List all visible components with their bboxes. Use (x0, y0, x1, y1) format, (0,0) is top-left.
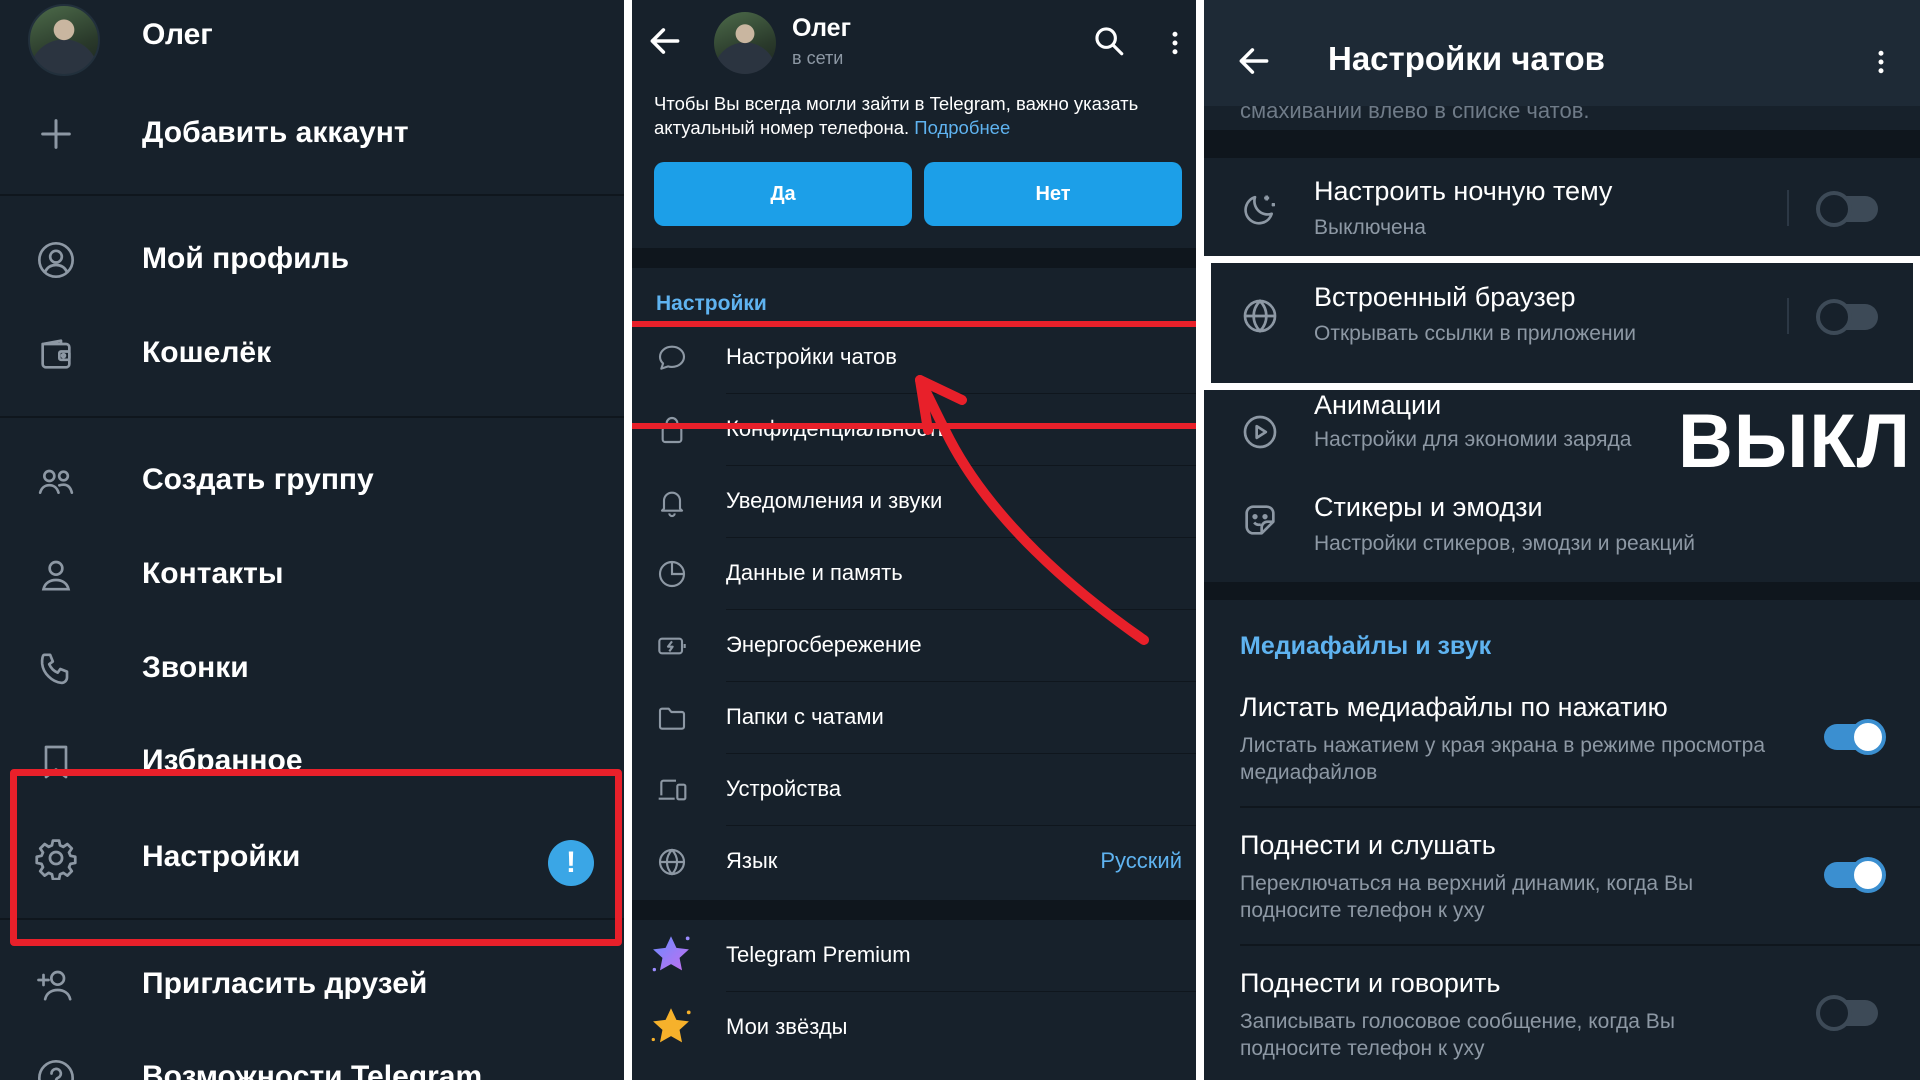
setting-subtitle: Настройки стикеров, эмодзи и реакций (1314, 532, 1696, 555)
back-arrow-icon[interactable] (1234, 42, 1274, 80)
add-account-button[interactable]: Добавить аккаунт (0, 94, 624, 174)
phone-icon (36, 649, 76, 689)
setting-subtitle: Настройки для экономии заряда (1314, 428, 1632, 451)
setting-title: Поднести и слушать (1240, 830, 1496, 860)
setting-title: Поднести и говорить (1240, 968, 1501, 998)
drawer-item-label: Мой профиль (142, 242, 350, 275)
red-arrow-annotation (915, 375, 1149, 645)
setting-title: Стикеры и эмодзи (1314, 492, 1543, 522)
drawer-user-name[interactable]: Олег (142, 18, 213, 52)
help-icon (36, 1058, 76, 1080)
raise-to-listen-toggle[interactable] (1824, 857, 1886, 893)
contact-icon (36, 555, 76, 595)
avatar[interactable] (28, 4, 100, 76)
plus-icon (36, 114, 76, 154)
drawer-item-label: Кошелёк (142, 336, 272, 369)
raise-to-speak-row[interactable]: Поднести и говорить Записывать голосовое… (1204, 960, 1920, 1080)
add-account-label: Добавить аккаунт (142, 116, 409, 149)
divider (0, 194, 624, 196)
drawer-item-label: Контакты (142, 557, 284, 590)
night-theme-row[interactable]: Настроить ночную тему Выключена (1204, 158, 1920, 258)
raise-to-speak-toggle[interactable] (1816, 995, 1878, 1031)
setting-subtitle: Записывать голосовое сообщение, когда Вы… (1240, 1010, 1675, 1060)
tap-media-row[interactable]: Листать медиафайлы по нажатию Листать на… (1204, 684, 1920, 808)
divider (0, 416, 624, 418)
drawer-item-label: Возможности Telegram (142, 1060, 483, 1080)
moon-icon (1240, 188, 1280, 228)
more-vert-icon[interactable] (1866, 42, 1896, 82)
page-title: Настройки чатов (1328, 40, 1605, 77)
white-highlight-frame (1204, 256, 1920, 390)
add-user-icon (36, 965, 76, 1005)
play-icon (1240, 412, 1280, 452)
tap-media-toggle[interactable] (1824, 719, 1886, 755)
drawer-item-profile[interactable]: Мой профиль (0, 220, 624, 300)
drawer-item-features[interactable]: Возможности Telegram (0, 1038, 624, 1080)
setting-title: Настроить ночную тему (1314, 176, 1613, 206)
wallet-icon (36, 334, 76, 374)
drawer-item-label: Создать группу (142, 463, 374, 496)
drawer-item-invite[interactable]: Пригласить друзей (0, 945, 624, 1025)
stickers-row[interactable]: Стикеры и эмодзи Настройки стикеров, эмо… (1204, 490, 1920, 590)
red-highlight-frame (10, 769, 622, 946)
media-section-title: Медиафайлы и звук (1240, 632, 1492, 660)
section-gap (1204, 582, 1920, 600)
section-gap (1204, 130, 1920, 158)
night-theme-toggle[interactable] (1816, 191, 1878, 227)
sticker-icon (1240, 500, 1280, 540)
profile-icon (36, 240, 76, 280)
navigation-drawer: Олег Добавить аккаунт Мой профиль Кошелё… (0, 0, 624, 1080)
drawer-item-new-group[interactable]: Создать группу (0, 441, 624, 521)
settings-screen: Олег в сети Чтобы Вы всегда могли зайти … (632, 0, 1196, 1080)
setting-subtitle: Листать нажатием у края экрана в режиме … (1240, 734, 1766, 784)
drawer-item-wallet[interactable]: Кошелёк (0, 314, 624, 394)
drawer-item-label: Пригласить друзей (142, 967, 428, 1000)
drawer-item-label: Звонки (142, 651, 249, 684)
raise-to-listen-row[interactable]: Поднести и слушать Переключаться на верх… (1204, 822, 1920, 946)
group-icon (36, 461, 76, 501)
drawer-item-contacts[interactable]: Контакты (0, 535, 624, 615)
setting-title: Анимации (1314, 390, 1442, 420)
drawer-item-calls[interactable]: Звонки (0, 629, 624, 709)
off-annotation: ВЫКЛ (1678, 399, 1912, 484)
setting-title: Листать медиафайлы по нажатию (1240, 692, 1668, 722)
setting-subtitle: Переключаться на верхний динамик, когда … (1240, 872, 1694, 922)
setting-subtitle: Выключена (1314, 216, 1426, 239)
chat-settings-screen: смахивании влево в списке чатов. Настрой… (1204, 0, 1920, 1080)
